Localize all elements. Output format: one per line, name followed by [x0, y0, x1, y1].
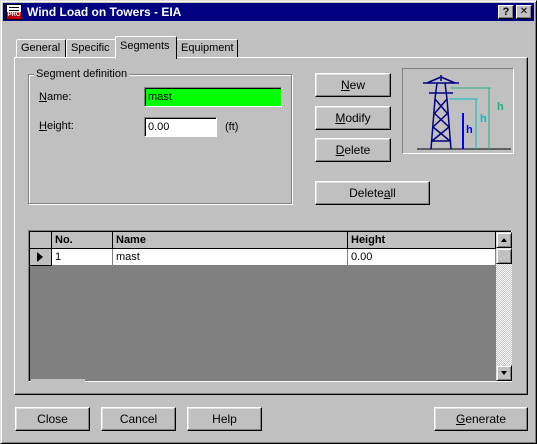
scroll-up-button[interactable] [496, 232, 512, 248]
table-cell-no[interactable]: 1 [52, 249, 113, 266]
close-button[interactable]: Close [15, 407, 90, 431]
table-body: No. Name Height 1 mast 0.00 [30, 232, 496, 382]
column-header-height[interactable]: Height [348, 232, 496, 249]
scroll-thumb[interactable] [496, 248, 512, 264]
name-field[interactable]: mast [144, 87, 282, 107]
arrow-up-icon [501, 238, 507, 242]
tab-label: Segments [120, 40, 170, 52]
tower-diagram: h h h [417, 75, 511, 150]
app-icon: PRO [6, 4, 22, 20]
tab-equipment[interactable]: Equipment [176, 39, 238, 58]
h-label-outer: h [497, 101, 504, 113]
tab-label: Specific [71, 42, 110, 54]
tab-label: General [21, 42, 61, 54]
horizontal-scroll-stub [31, 379, 85, 382]
current-row-arrow-icon [37, 252, 43, 262]
help-button[interactable]: Help [187, 407, 262, 431]
modify-button[interactable]: Modify [315, 106, 391, 130]
segments-table[interactable]: No. Name Height 1 mast 0.00 [28, 230, 512, 382]
header-indicator [30, 232, 52, 249]
h-label-inner: h [480, 113, 487, 125]
window-title: Wind Load on Towers - EIA [27, 5, 182, 19]
column-header-name[interactable]: Name [113, 232, 348, 249]
height-label: Height: [39, 120, 74, 132]
tab-label: Equipment [181, 42, 234, 54]
tab-specific[interactable]: Specific [66, 39, 116, 58]
table-cell-height[interactable]: 0.00 [348, 249, 496, 266]
column-header-no[interactable]: No. [52, 232, 113, 249]
dialog-window: PRO Wind Load on Towers - EIA ? ✕ Genera… [0, 0, 537, 444]
name-label: Name: [39, 91, 72, 103]
title-bar: PRO Wind Load on Towers - EIA ? ✕ [3, 3, 534, 21]
delete-all-button[interactable]: Delete a ll [315, 181, 430, 205]
h-label-segment: h [466, 124, 473, 136]
arrow-down-icon [501, 371, 507, 375]
scroll-down-button[interactable] [496, 365, 512, 381]
group-legend: Segment definition [34, 68, 130, 80]
height-unit: (ft) [225, 121, 239, 133]
vertical-scrollbar[interactable] [496, 232, 512, 381]
help-title-button[interactable]: ? [498, 5, 514, 19]
height-field[interactable]: 0.00 [144, 117, 217, 137]
row-indicator[interactable] [30, 249, 52, 266]
close-title-button[interactable]: ✕ [516, 5, 532, 19]
tab-general[interactable]: General [16, 39, 66, 58]
table-cell-name[interactable]: mast [113, 249, 348, 266]
delete-button[interactable]: Delete [315, 138, 391, 162]
new-button[interactable]: New [315, 73, 391, 97]
generate-button[interactable]: Generate [434, 407, 528, 431]
cancel-button[interactable]: Cancel [101, 407, 176, 431]
tower-preview: h h h [402, 68, 514, 154]
tab-segments[interactable]: Segments [115, 36, 177, 59]
